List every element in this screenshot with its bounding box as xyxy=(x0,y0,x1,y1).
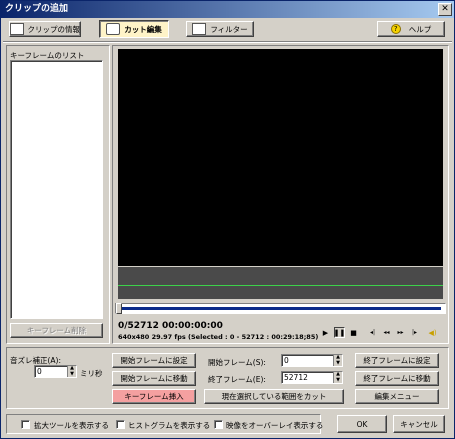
end-frame-value: 52712 xyxy=(284,373,308,382)
toolbar-separator xyxy=(3,41,452,43)
go-to-start-frame-button[interactable]: 開始フレームに移動 xyxy=(112,371,196,386)
overlay-label: 映像をオーバーレイ表示する xyxy=(226,421,324,430)
cancel-button[interactable]: キャンセル xyxy=(393,415,445,433)
set-end-frame-button[interactable]: 終了フレームに設定 xyxy=(355,353,439,368)
histogram-checkbox[interactable] xyxy=(116,420,125,429)
end-frame-field[interactable]: 52712 ▲ ▼ xyxy=(281,371,343,384)
filter-label: フィルター xyxy=(210,24,248,34)
ms-unit-label: ミリ秒 xyxy=(80,369,103,378)
end-frame-spinner[interactable]: ▲ ▼ xyxy=(333,372,342,383)
title-bar: クリップの追加 ✕ xyxy=(1,1,454,18)
video-info-text: 640x480 29.97 fps (Selected : 0 - 52712 … xyxy=(118,333,319,341)
help-button[interactable]: ? ヘルプ xyxy=(377,21,445,37)
set-start-frame-button[interactable]: 開始フレームに設定 xyxy=(112,353,196,368)
audio-offset-value: 0 xyxy=(37,367,42,376)
help-icon: ? xyxy=(390,24,401,34)
edit-menu-button[interactable]: 編集メニュー xyxy=(355,389,439,404)
zoom-tool-checkbox[interactable] xyxy=(21,420,30,429)
add-clip-dialog: クリップの追加 ✕ クリップの情報 カット編集 フィルター ? ヘルプ キーフレ… xyxy=(0,0,455,439)
end-frame-label: 終了フレーム(E): xyxy=(208,375,266,384)
window-title: クリップの追加 xyxy=(5,4,69,14)
filter-icon xyxy=(192,23,207,35)
help-label: ヘルプ xyxy=(408,24,432,34)
start-frame-value: 0 xyxy=(284,356,289,365)
cut-selection-button[interactable]: 現在選択している範囲をカット xyxy=(204,389,344,404)
volume-icon[interactable]: ◀) xyxy=(427,327,438,338)
play-button[interactable]: ▶ xyxy=(320,327,331,338)
slider-thumb[interactable] xyxy=(116,303,122,314)
forward-button[interactable]: ▸▸ xyxy=(395,327,406,338)
cut-edit-label: カット編集 xyxy=(124,24,162,34)
clip-info-icon xyxy=(10,23,24,35)
audio-offset-field[interactable]: 0 ▲ ▼ xyxy=(34,365,77,378)
overlay-checkbox[interactable] xyxy=(214,420,223,429)
video-preview xyxy=(118,49,443,266)
zoom-tool-label: 拡大ツールを表示する xyxy=(34,421,109,430)
prev-keyframe-button[interactable]: ◂| xyxy=(367,327,378,338)
ok-button[interactable]: OK xyxy=(337,415,387,433)
filter-tab[interactable]: フィルター xyxy=(186,21,254,37)
start-frame-spinner[interactable]: ▲ ▼ xyxy=(333,355,342,366)
stop-button[interactable]: ■ xyxy=(348,327,359,338)
frame-time-readout: 0/52712 00:00:00:00 xyxy=(118,321,223,331)
pause-button[interactable]: ❚❚ xyxy=(334,327,345,338)
go-to-end-frame-button[interactable]: 終了フレームに移動 xyxy=(355,371,439,386)
audio-level-line xyxy=(118,285,443,286)
clip-info-label: クリップの情報 xyxy=(27,24,81,34)
close-button[interactable]: ✕ xyxy=(438,3,452,16)
next-keyframe-button[interactable]: |▸ xyxy=(409,327,420,338)
slider-range-bar xyxy=(120,307,441,310)
keyframe-list[interactable] xyxy=(10,60,103,319)
scissors-icon xyxy=(106,23,121,35)
delete-keyframe-button[interactable]: キーフレーム削除 xyxy=(10,323,103,338)
rewind-button[interactable]: ◂◂ xyxy=(381,327,392,338)
start-frame-field[interactable]: 0 ▲ ▼ xyxy=(281,354,343,367)
audio-offset-spinner[interactable]: ▲ ▼ xyxy=(67,366,76,377)
timeline-strip[interactable] xyxy=(118,267,443,299)
start-frame-label: 開始フレーム(S): xyxy=(208,358,266,367)
position-slider[interactable] xyxy=(115,303,446,314)
insert-keyframe-button[interactable]: キーフレーム挿入 xyxy=(112,389,196,404)
histogram-label: ヒストグラムを表示する xyxy=(128,421,211,430)
clip-info-button[interactable]: クリップの情報 xyxy=(9,21,81,37)
cut-edit-tab[interactable]: カット編集 xyxy=(99,20,169,38)
